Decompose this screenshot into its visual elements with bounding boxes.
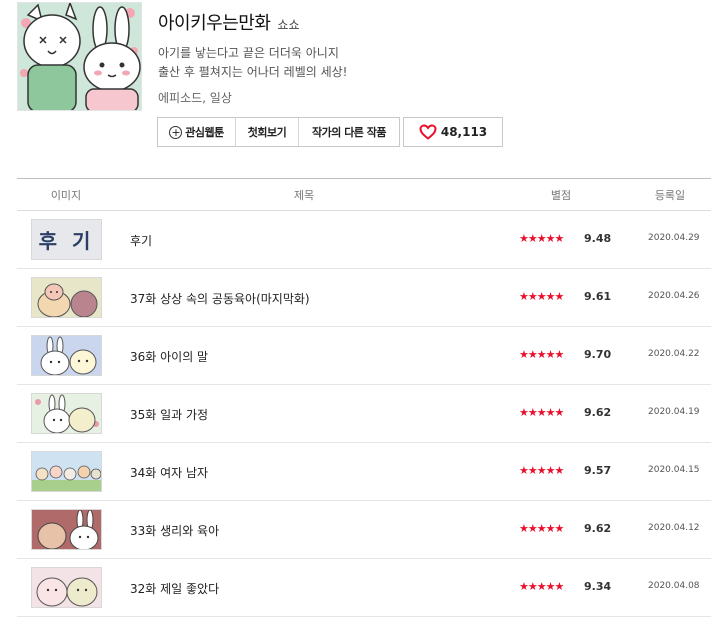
- episode-title[interactable]: 36화 아이의 말: [130, 348, 208, 365]
- star-icon: ★★★★★: [519, 522, 564, 535]
- favorite-button-label: 관심웹툰: [185, 126, 224, 139]
- header-title: 제목: [293, 188, 315, 202]
- header-date: 등록일: [654, 188, 686, 202]
- webtoon-title: 아이키우는만화: [158, 13, 271, 34]
- episode-thumbnail[interactable]: [31, 567, 102, 608]
- episode-thumbnail-text: 후 기: [38, 229, 95, 253]
- episode-date: 2020.04.26: [648, 291, 700, 301]
- rating-score: 9.57: [584, 464, 612, 477]
- heart-icon: [419, 124, 437, 140]
- title-row: 아이키우는만화 쇼쇼: [158, 9, 300, 35]
- episode-thumbnail-art: [32, 394, 101, 433]
- rating-stars: ★★★★★: [519, 232, 564, 246]
- rating-score: 9.34: [584, 580, 612, 593]
- action-button-group: + 관심웹툰 첫회보기 작가의 다른 작품: [157, 117, 400, 147]
- rating-stars: ★★★★★: [519, 464, 564, 478]
- rating-stars: ★★★★★: [519, 406, 564, 420]
- episode-date: 2020.04.22: [648, 349, 700, 359]
- author-name[interactable]: 쇼쇼: [277, 16, 299, 33]
- episode-thumbnail-art: [32, 568, 101, 607]
- webtoon-description: 아기를 낳는다고 끝은 더더욱 아니지 출산 후 펼쳐지는 어나더 레벨의 세상…: [158, 44, 347, 82]
- star-icon: ★★★★★: [519, 580, 564, 593]
- episode-date: 2020.04.29: [648, 233, 700, 243]
- episode-title[interactable]: 35화 일과 가정: [130, 406, 208, 423]
- episode-table: 이미지 제목 별점 등록일 후 기 후기 ★★★★★ 9.48 2020.04.…: [17, 178, 711, 617]
- episode-row[interactable]: 37화 상상 속의 공동육아(마지막화) ★★★★★ 9.61 2020.04.…: [17, 269, 711, 327]
- description-line: 아기를 낳는다고 끝은 더더욱 아니지: [158, 46, 339, 60]
- episode-title[interactable]: 33화 생리와 육아: [130, 522, 219, 539]
- first-episode-button-label: 첫회보기: [247, 126, 287, 139]
- star-icon: ★★★★★: [519, 406, 564, 419]
- like-button[interactable]: 48,113: [403, 117, 503, 147]
- plus-circle-icon: +: [169, 125, 183, 139]
- rating-score: 9.62: [584, 522, 612, 535]
- header-rating: 별점: [550, 188, 572, 202]
- episode-row[interactable]: 35화 일과 가정 ★★★★★ 9.62 2020.04.19: [17, 385, 711, 443]
- episode-thumbnail[interactable]: [31, 277, 102, 318]
- episode-date: 2020.04.12: [648, 523, 700, 533]
- like-count: 48,113: [440, 125, 488, 139]
- episode-row[interactable]: 후 기 후기 ★★★★★ 9.48 2020.04.29: [17, 211, 711, 269]
- episode-title[interactable]: 32화 제일 좋았다: [130, 580, 219, 597]
- star-icon: ★★★★★: [519, 232, 564, 245]
- episode-date: 2020.04.19: [648, 407, 700, 417]
- episode-thumbnail-art: [32, 452, 101, 491]
- episode-thumbnail-art: [32, 278, 101, 317]
- rating-stars: ★★★★★: [519, 522, 564, 536]
- episode-thumbnail-art: [32, 336, 101, 375]
- episode-title[interactable]: 37화 상상 속의 공동육아(마지막화): [130, 290, 310, 307]
- favorite-button[interactable]: + 관심웹툰: [158, 118, 236, 146]
- star-icon: ★★★★★: [519, 290, 564, 303]
- episode-thumbnail-art: [32, 510, 101, 549]
- genre-label: 에피소드, 일상: [158, 91, 232, 105]
- rating-stars: ★★★★★: [519, 580, 564, 594]
- episode-thumbnail[interactable]: [31, 509, 102, 550]
- author-works-button[interactable]: 작가의 다른 작품: [299, 118, 399, 146]
- star-icon: ★★★★★: [519, 464, 564, 477]
- star-icon: ★★★★★: [519, 348, 564, 361]
- episode-row[interactable]: 36화 아이의 말 ★★★★★ 9.70 2020.04.22: [17, 327, 711, 385]
- episode-thumbnail[interactable]: 후 기: [31, 219, 102, 260]
- episode-row[interactable]: 33화 생리와 육아 ★★★★★ 9.62 2020.04.12: [17, 501, 711, 559]
- episode-date: 2020.04.08: [648, 581, 700, 591]
- rating-score: 9.70: [584, 348, 612, 361]
- rating-score: 9.48: [584, 232, 612, 245]
- author-works-button-label: 작가의 다른 작품: [312, 126, 387, 139]
- episode-thumbnail[interactable]: [31, 335, 102, 376]
- header-image: 이미지: [50, 188, 82, 202]
- episode-thumbnail[interactable]: [31, 451, 102, 492]
- episode-date: 2020.04.15: [648, 465, 700, 475]
- episode-thumbnail[interactable]: [31, 393, 102, 434]
- episode-row[interactable]: 32화 제일 좋았다 ★★★★★ 9.34 2020.04.08: [17, 559, 711, 617]
- rating-score: 9.61: [584, 290, 612, 303]
- webtoon-thumbnail-art: [18, 3, 141, 110]
- rating-score: 9.62: [584, 406, 612, 419]
- description-line: 출산 후 펼쳐지는 어나더 레벨의 세상!: [158, 65, 348, 79]
- first-episode-button[interactable]: 첫회보기: [236, 118, 299, 146]
- table-header: 이미지 제목 별점 등록일: [17, 179, 711, 211]
- episode-title[interactable]: 후기: [130, 232, 152, 249]
- episode-title[interactable]: 34화 여자 남자: [130, 464, 208, 481]
- rating-stars: ★★★★★: [519, 290, 564, 304]
- episode-row[interactable]: 34화 여자 남자 ★★★★★ 9.57 2020.04.15: [17, 443, 711, 501]
- rating-stars: ★★★★★: [519, 348, 564, 362]
- webtoon-thumbnail[interactable]: [17, 2, 142, 111]
